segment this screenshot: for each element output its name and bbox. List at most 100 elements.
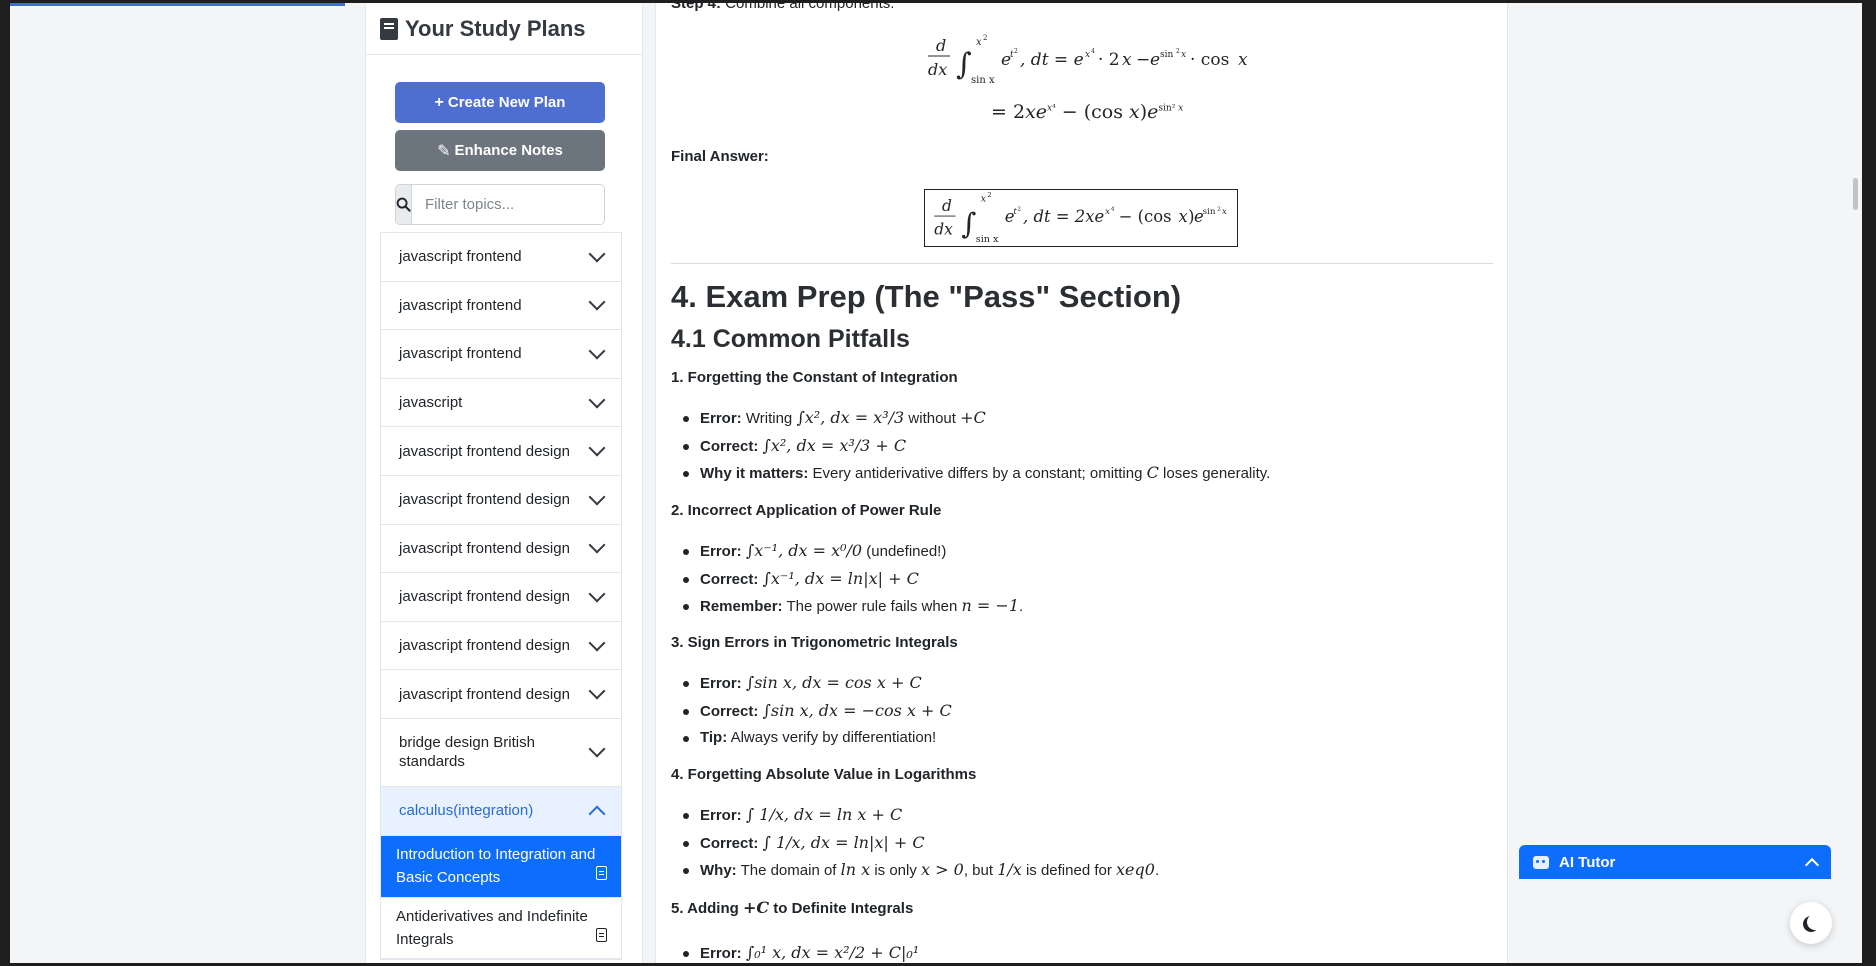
list-item: Remember: The power rule fails when n = … (671, 593, 1023, 621)
svg-text:2: 2 (983, 34, 987, 42)
topic-label: javascript frontend design (399, 442, 570, 460)
dark-mode-toggle[interactable] (1790, 902, 1832, 944)
topic-label: javascript (399, 394, 463, 412)
topic-item[interactable]: javascript frontend design (381, 475, 621, 525)
svg-text:2: 2 (1176, 48, 1180, 55)
svg-text:, dt = e: , dt = e (1020, 50, 1084, 70)
topic-item[interactable]: javascript frontend design (381, 573, 621, 622)
svg-text:, dt = 2xe: , dt = 2xe (1023, 207, 1104, 226)
study-plans-sidebar: Your Study Plans + Create New Plan ✎ Enh… (365, 3, 643, 963)
chevron-down-icon (588, 391, 606, 409)
topic-label: javascript frontend design (399, 685, 570, 703)
list-item: Error: Writing ∫x², dx = x³/3 without +C (671, 405, 1270, 433)
svg-text:sin: sin (1203, 207, 1216, 217)
book-icon (380, 17, 398, 40)
topic-item[interactable]: javascript frontend design (381, 427, 621, 476)
svg-text:sin x: sin x (971, 75, 995, 86)
final-answer-label: Final Answer: (671, 148, 769, 165)
topic-list: javascript frontend javascript frontend … (380, 232, 622, 960)
filter-topics-input[interactable] (412, 185, 604, 224)
topic-item[interactable]: javascript frontend (381, 233, 621, 282)
chevron-down-icon (588, 585, 606, 603)
page-load-progress (10, 3, 345, 6)
pencil-icon: ✎ (437, 142, 451, 160)
lesson-label: Introduction to Integration and Basic Co… (396, 846, 596, 887)
enhance-notes-label: Enhance Notes (454, 142, 563, 159)
robot-icon (1533, 855, 1549, 869)
search-icon (396, 185, 412, 224)
svg-text:x: x (981, 194, 987, 205)
chevron-down-icon (588, 342, 606, 360)
svg-text:· 2: · 2 (1098, 50, 1120, 70)
chevron-down-icon (588, 634, 606, 652)
svg-text:d: d (942, 197, 952, 215)
section-heading: 4. Exam Prep (The "Pass" Section) (671, 279, 1182, 314)
list-item: Error: ∫ 1/x, dx = ln x + C (671, 802, 1159, 830)
chevron-down-icon (588, 293, 606, 311)
chevron-down-icon (588, 740, 606, 758)
browser-viewport: Your Study Plans + Create New Plan ✎ Enh… (10, 3, 1862, 963)
topic-item[interactable]: javascript frontend (381, 330, 621, 379)
chevron-down-icon (588, 536, 606, 554)
section-divider (671, 263, 1493, 264)
svg-text:2: 2 (987, 191, 991, 199)
svg-text:· cos: · cos (1190, 50, 1229, 70)
svg-text:∫: ∫ (956, 47, 972, 82)
topic-label: javascript frontend design (399, 637, 570, 655)
ai-tutor-panel-toggle[interactable]: AI Tutor (1519, 845, 1831, 879)
sidebar-title: Your Study Plans (405, 15, 586, 41)
topic-filter (395, 184, 605, 225)
scrollbar-thumb[interactable] (1853, 178, 1858, 210)
svg-text:x: x (1122, 50, 1132, 70)
topic-label: javascript frontend (399, 296, 522, 314)
list-item: Correct: ∫x², dx = x³/3 + C (671, 433, 1270, 461)
pitfall-2-title: 2. Incorrect Application of Power Rule (671, 502, 942, 519)
create-new-plan-button[interactable]: + Create New Plan (395, 82, 605, 123)
moon-icon (1807, 914, 1823, 930)
list-item: Why it matters: Every antiderivative dif… (671, 460, 1270, 488)
list-item: Why: The domain of ln x is only x > 0, b… (671, 857, 1159, 885)
chevron-down-icon (588, 682, 606, 700)
step-4-text: Step 4: Combine all components. (671, 3, 895, 12)
svg-text:dx: dx (934, 220, 953, 238)
pitfall-5-list: Error: ∫₀¹ x, dx = x²/2 + C|₀¹ (671, 940, 919, 963)
svg-text:x: x (1222, 207, 1227, 217)
document-icon (596, 866, 607, 881)
pitfall-4-list: Error: ∫ 1/x, dx = ln x + C Correct: ∫ 1… (671, 802, 1159, 885)
topic-item[interactable]: javascript frontend design (381, 524, 621, 574)
svg-text:x: x (1238, 50, 1248, 70)
topic-item[interactable]: javascript frontend design (381, 621, 621, 671)
pitfall-3-title: 3. Sign Errors in Trigonometric Integral… (671, 634, 958, 651)
derivative-equation: d dx ∫ x2 sin x et 2 , dt = ex4 · 2x − e … (928, 34, 1248, 86)
svg-text:sin x: sin x (976, 234, 999, 245)
svg-text:d: d (936, 36, 946, 55)
page-scrollbar[interactable] (1850, 3, 1862, 963)
topic-item[interactable]: javascript (381, 378, 621, 428)
pitfall-5-title: 5. Adding +C to Definite Integrals (671, 898, 914, 917)
ai-tutor-label: AI Tutor (1559, 853, 1616, 871)
list-item: Error: ∫₀¹ x, dx = x²/2 + C|₀¹ (671, 940, 919, 963)
svg-text:2: 2 (1217, 206, 1221, 212)
topic-label: bridge design British standards (399, 734, 535, 771)
topic-item[interactable]: javascript frontend design (381, 670, 621, 719)
topic-item[interactable]: javascript frontend (381, 281, 621, 331)
enhance-notes-button[interactable]: ✎ Enhance Notes (395, 130, 605, 171)
pitfall-2-list: Error: ∫x⁻¹, dx = x⁰/0 (undefined!) Corr… (671, 538, 1023, 621)
pitfall-1-list: Error: Writing ∫x², dx = x³/3 without +C… (671, 405, 1270, 488)
svg-text:∫: ∫ (961, 206, 976, 240)
lesson-item-selected[interactable]: Introduction to Integration and Basic Co… (381, 835, 621, 898)
plus-icon: + (434, 93, 444, 111)
topic-label: javascript frontend design (399, 588, 570, 606)
list-item: Error: ∫sin x, dx = cos x + C (671, 670, 952, 698)
svg-text:dx: dx (928, 60, 947, 79)
topic-item[interactable]: bridge design British standards (381, 718, 621, 787)
list-item: Error: ∫x⁻¹, dx = x⁰/0 (undefined!) (671, 538, 1023, 566)
lesson-item[interactable]: Antiderivatives and Indefinite Integrals (381, 897, 621, 959)
topic-item-active[interactable]: calculus(integration) (381, 786, 621, 836)
svg-text:−: − (1136, 50, 1150, 70)
chevron-up-icon (1804, 857, 1820, 872)
list-item: Tip: Always verify by differentiation! (671, 725, 952, 752)
chevron-down-icon (588, 439, 606, 457)
svg-text:− (cos: − (cos (1119, 207, 1172, 226)
lesson-label: Antiderivatives and Indefinite Integrals (396, 907, 588, 948)
